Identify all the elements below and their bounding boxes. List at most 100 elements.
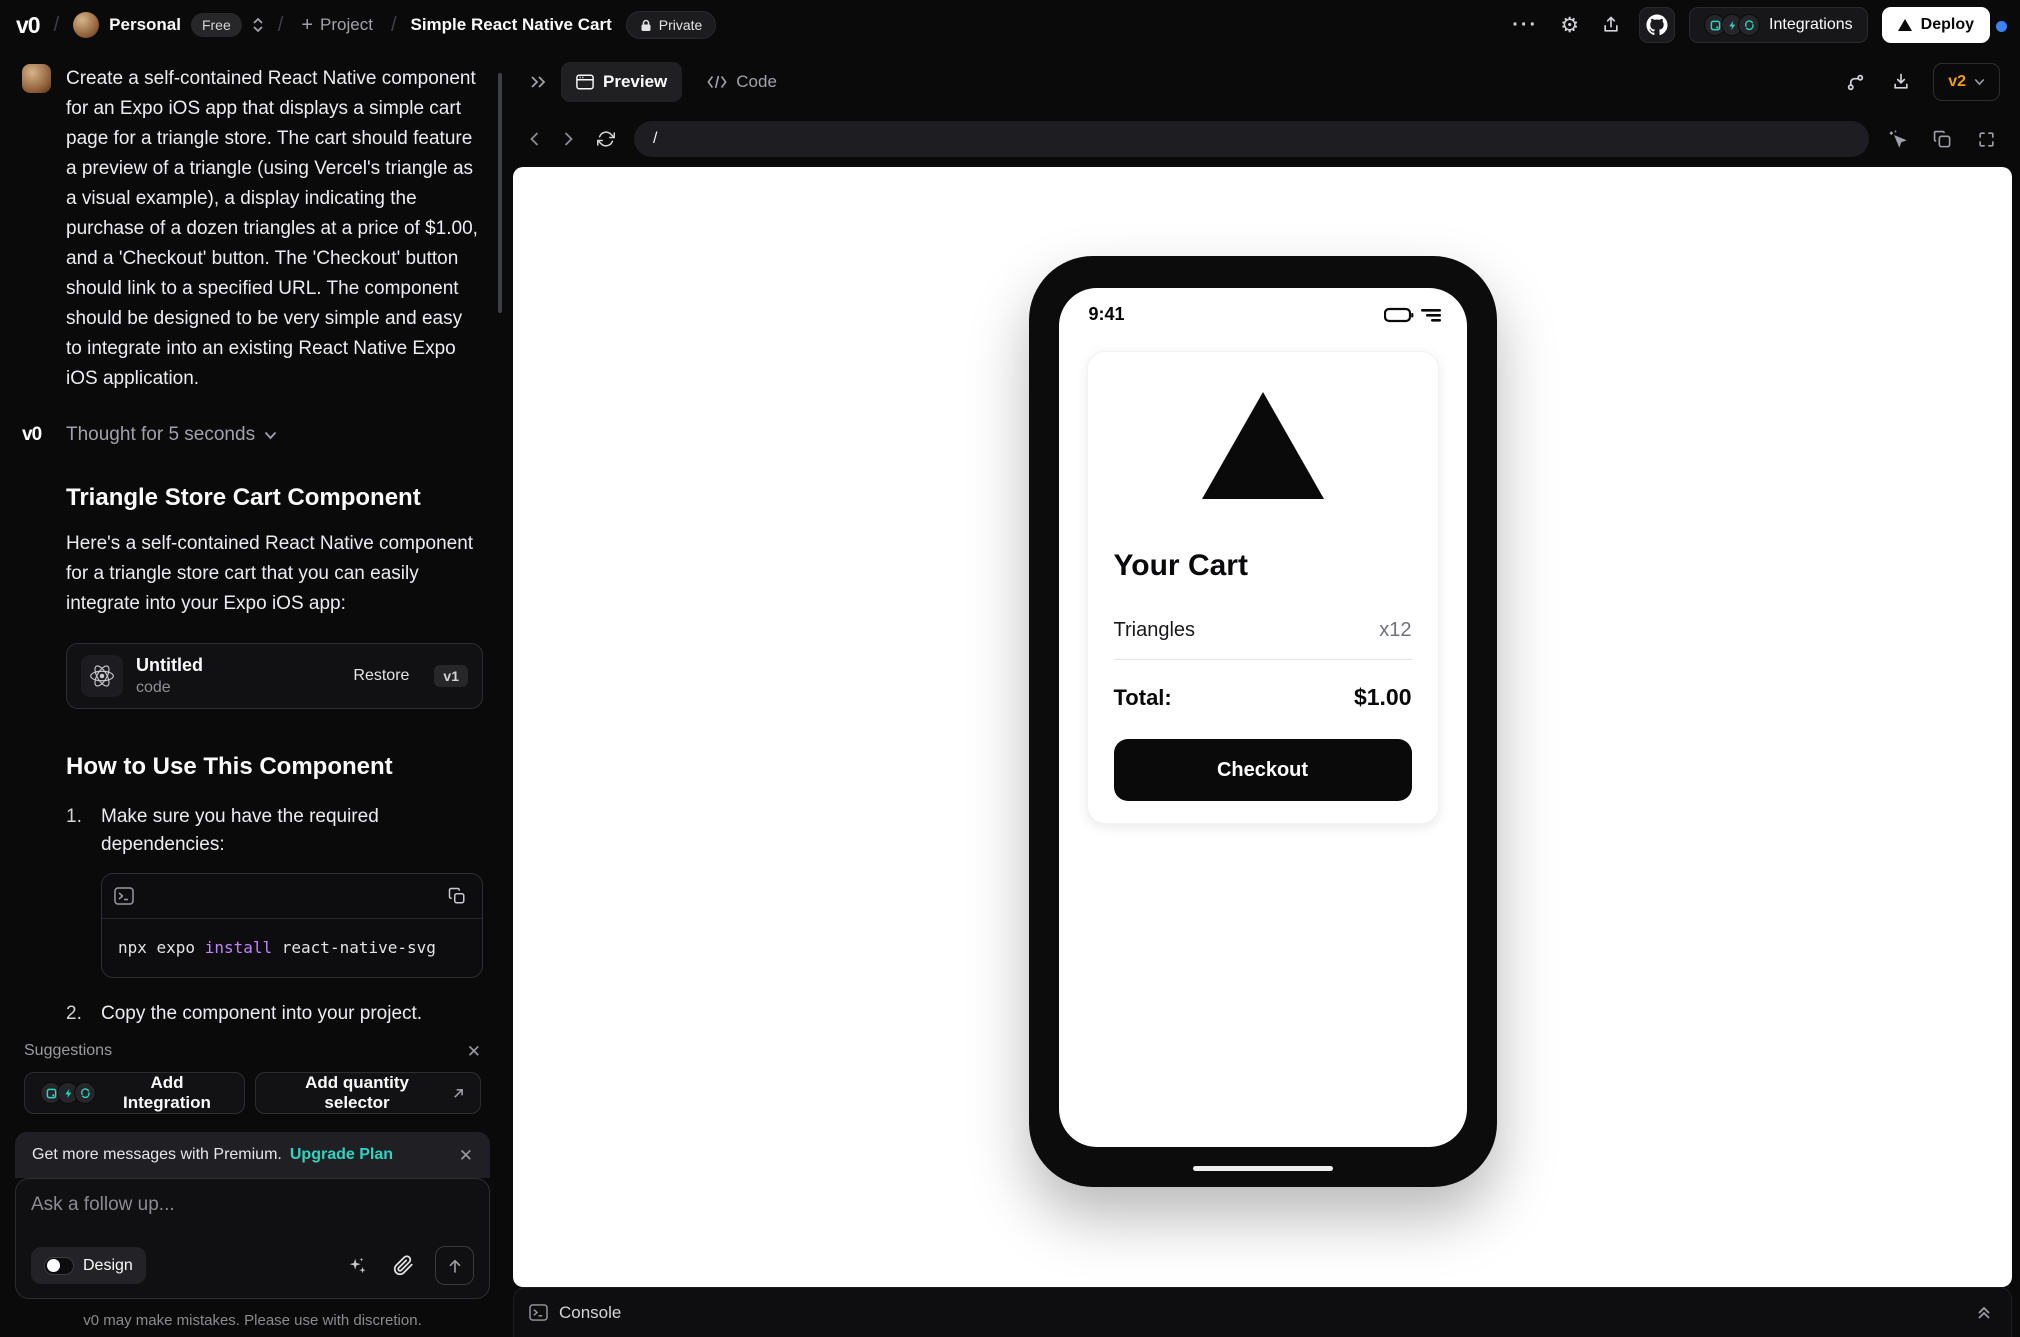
console-bar[interactable]: Console [513,1287,2012,1337]
top-bar: v0 / Personal Free / + Project / Simple … [0,0,2020,50]
open-in-new-button[interactable] [1929,126,1956,153]
collapse-sidebar-button[interactable] [525,70,551,94]
close-premium-button[interactable]: ✕ [459,1147,473,1164]
code-version-card[interactable]: Untitled code Restore v1 [66,643,483,709]
settings-button[interactable]: ⚙ [1556,9,1583,41]
version-badge: v1 [434,665,468,687]
inspect-element-button[interactable] [1884,125,1912,153]
scrollbar-thumb[interactable] [498,73,502,313]
divider [1113,659,1412,660]
upgrade-plan-link[interactable]: Upgrade Plan [290,1146,393,1164]
cart-title: Your Cart [1113,549,1248,582]
chat-sidebar: Create a self-contained React Native com… [0,50,505,1337]
lock-icon [641,19,651,31]
chat-bottom-panel: Suggestions ✕ Add Integration Add quanti… [0,1030,505,1337]
supabase-icon [74,1082,96,1104]
tab-preview[interactable]: Preview [561,62,683,102]
workspace-switcher[interactable]: Personal Free [73,12,264,38]
iphone-mockup: 9:41 Your Cart Triangles x12 Total: $1.0… [1028,256,1497,1187]
notification-dot [1996,21,2007,32]
chevron-updown-icon [253,17,263,33]
tab-code-label: Code [736,72,777,91]
total-label: Total: [1113,684,1172,710]
user-message-text: Create a self-contained React Native com… [66,68,478,389]
github-icon [1646,14,1668,36]
fork-button[interactable] [1842,69,1869,96]
suggestions-label: Suggestions [24,1042,113,1059]
chat-title: Simple React Native Cart [410,15,612,34]
preview-urlbar [505,114,2020,164]
attach-file-button[interactable] [389,1251,418,1280]
item-quantity: x12 [1379,619,1412,641]
cart-card: Your Cart Triangles x12 Total: $1.00 Che… [1086,351,1439,824]
copy-code-button[interactable] [444,883,470,909]
chevron-down-icon [264,431,277,439]
cursor-sparkle-icon [1889,130,1907,148]
user-message-avatar [22,64,51,93]
chevron-down-icon [1974,78,1985,86]
composer: Design [15,1178,490,1299]
more-options-button[interactable]: ··· [1508,10,1542,41]
design-toggle[interactable]: Design [31,1247,146,1284]
privacy-badge[interactable]: Private [625,11,717,39]
preview-toolbar: Preview Code v2 [505,50,2020,114]
share-button[interactable] [1597,11,1625,39]
deploy-button[interactable]: Deploy [1881,7,1990,43]
followup-input[interactable] [31,1194,474,1216]
response-heading: Triangle Store Cart Component [66,484,421,511]
workspace-avatar [73,12,100,38]
fullscreen-button[interactable] [1973,126,2000,153]
premium-banner: Get more messages with Premium. Upgrade … [15,1132,490,1178]
close-suggestions-button[interactable]: ✕ [467,1043,481,1060]
chevron-right-icon [564,132,573,146]
terminal-icon [114,887,134,905]
version-label: v2 [1948,73,1966,90]
toggle-switch-icon [44,1256,74,1275]
download-button[interactable] [1887,68,1915,96]
phone-statusbar: 9:41 [1059,288,1467,325]
nav-back-button[interactable] [525,127,544,151]
supabase-icon [1738,14,1761,36]
add-integration-chip[interactable]: Add Integration [24,1072,245,1114]
add-quantity-selector-chip[interactable]: Add quantity selector [254,1072,481,1114]
duplicate-window-icon [1933,130,1951,147]
arrow-up-icon [449,1259,460,1273]
tab-code[interactable]: Code [692,62,792,102]
expand-console-button[interactable] [1972,1301,1996,1325]
v0-logo[interactable]: v0 [16,12,41,39]
new-project-button[interactable]: + Project [297,11,377,39]
send-button[interactable] [435,1246,474,1285]
vercel-triangle [1201,392,1324,499]
checkout-button[interactable]: Checkout [1113,739,1412,801]
step-number: 1. [66,806,82,827]
list-item: 1. Make sure you have the required depen… [66,803,483,984]
gear-icon: ⚙ [1560,13,1580,37]
code-card-title: Untitled [136,655,203,675]
step-number: 2. [66,1003,82,1024]
workspace-name: Personal [109,15,181,34]
code-card-subtitle: code [136,679,171,696]
response-intro: Here's a self-contained React Native com… [66,533,474,614]
plus-icon: + [301,14,314,36]
preview-canvas[interactable]: 9:41 Your Cart Triangles x12 Total: $1.0… [513,167,2012,1287]
privacy-badge-label: Private [658,17,703,33]
cart-total-row: Total: $1.00 [1114,684,1412,711]
chip-label: Add Integration [123,1073,211,1112]
signal-icon [1420,308,1441,322]
integrations-button[interactable]: Integrations [1689,7,1868,43]
nav-forward-button[interactable] [559,127,578,151]
refresh-icon [597,131,615,147]
thought-row[interactable]: v0 Thought for 5 seconds [22,424,483,446]
url-input[interactable] [634,121,1869,157]
refresh-button[interactable] [593,126,619,152]
github-button[interactable] [1639,7,1676,43]
user-message: Create a self-contained React Native com… [22,64,483,394]
v0-assistant-icon: v0 [22,424,42,445]
enhance-prompt-button[interactable] [342,1251,372,1281]
design-toggle-label: Design [83,1256,133,1274]
install-command: npx expo install react-native-svg [118,938,436,957]
battery-icon [1383,307,1413,322]
chevrons-right-icon [531,76,546,88]
version-selector[interactable]: v2 [1933,63,2000,101]
restore-button[interactable]: Restore [353,667,409,685]
